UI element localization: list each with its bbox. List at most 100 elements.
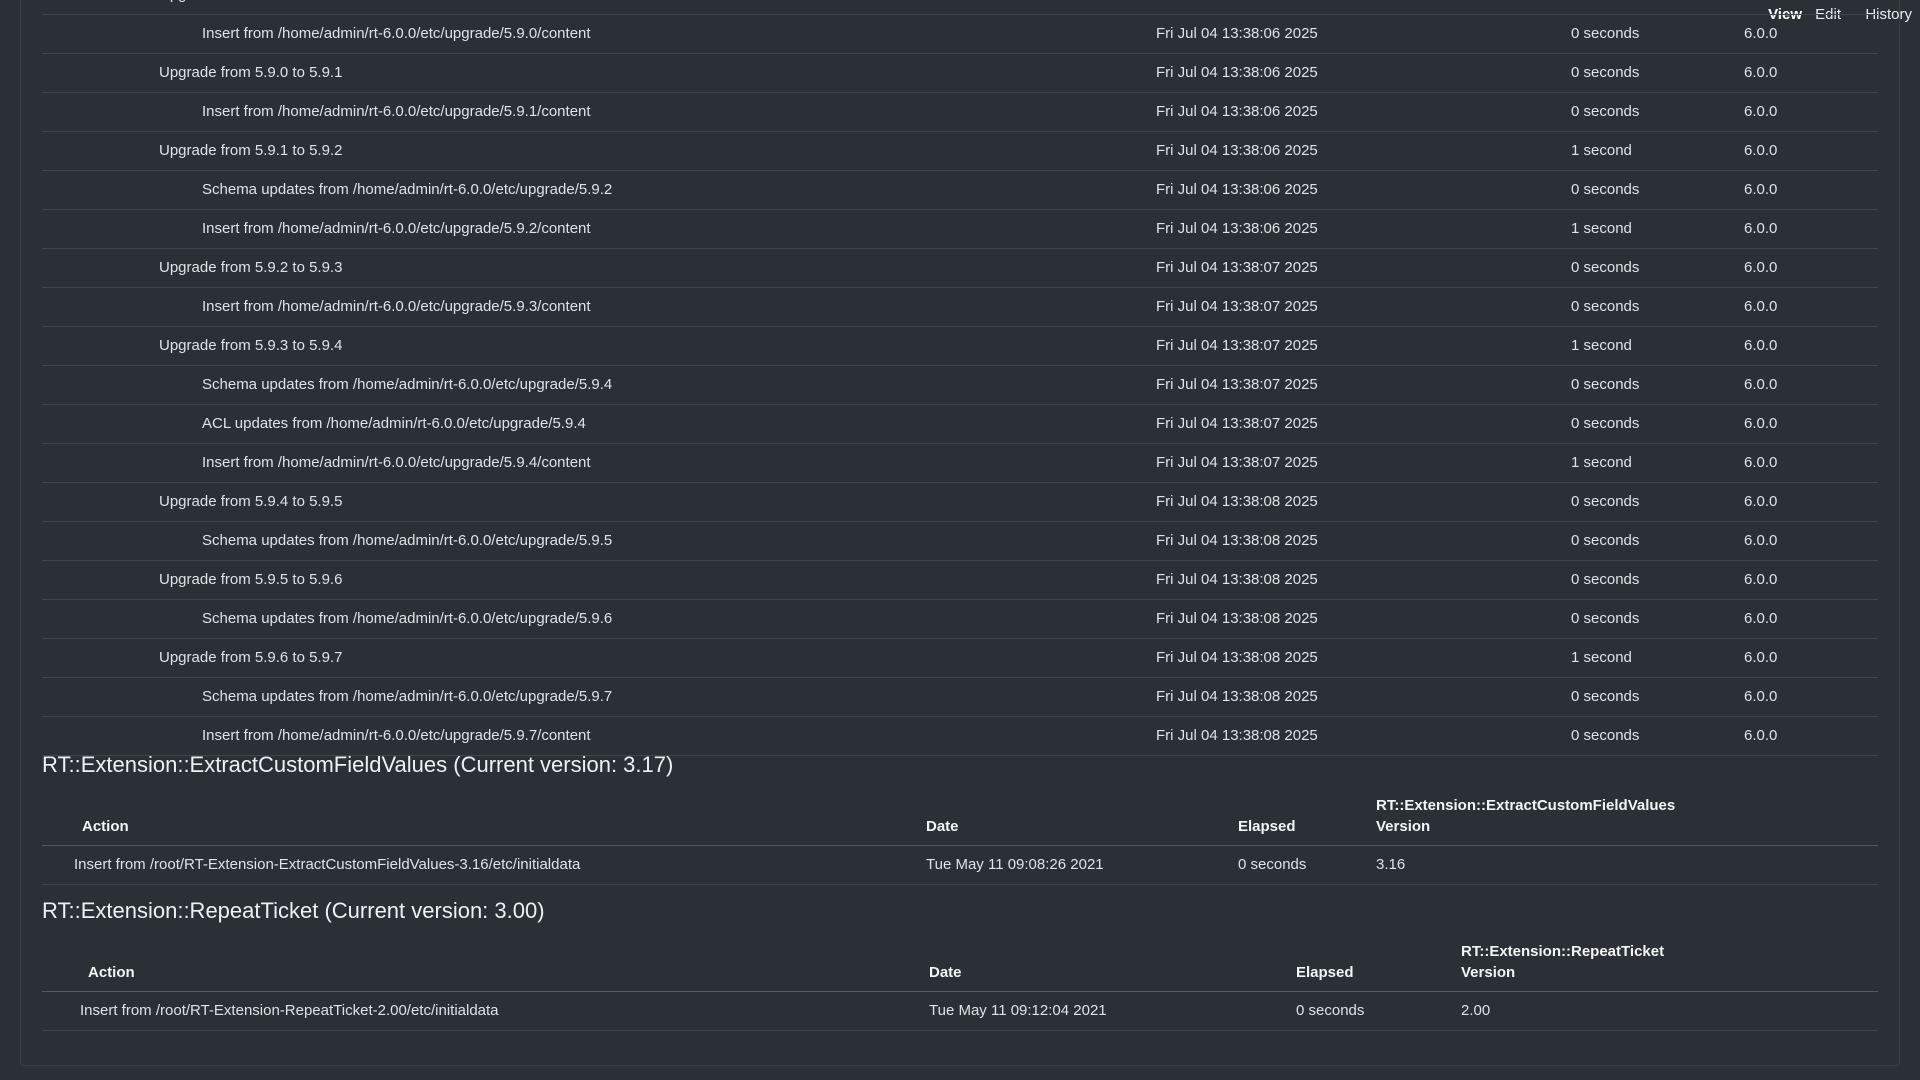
cell-elapsed: 0 seconds [1571, 571, 1640, 588]
cell-version: 6.0.0 [1744, 727, 1778, 744]
cell-action: Schema updates from /home/admin/rt-6.0.0… [202, 610, 613, 627]
cell-date: Fri Jul 04 13:38:06 2025 [1156, 25, 1318, 42]
cell-action: Insert from /home/admin/rt-6.0.0/etc/upg… [202, 220, 591, 237]
extension-title-repeatticket: RT::Extension::RepeatTicket (Current ver… [42, 898, 545, 923]
table-row: Insert from /home/admin/rt-6.0.0/etc/upg… [42, 717, 1878, 756]
cell-action: Insert from /root/RT-Extension-RepeatTic… [80, 1002, 499, 1019]
cell-elapsed: 0 seconds [1571, 688, 1640, 705]
table-row: Upgrade from 5.9.2 to 5.9.3 Fri Jul 04 13… [42, 249, 1878, 288]
cell-version: 6.0.0 [1744, 493, 1778, 510]
table-row: ACL updates from /home/admin/rt-6.0.0/et… [42, 405, 1878, 444]
cell-version: 6.0.0 [1744, 337, 1778, 354]
cell-date: Fri Jul 04 13:38:08 2025 [1156, 727, 1318, 744]
cell-elapsed: 0 seconds [1571, 181, 1640, 198]
cell-action: Upgrade from 5.9.5 to 5.9.6 [159, 571, 343, 588]
table-row: Schema updates from /home/admin/rt-6.0.0… [42, 678, 1878, 717]
cell-date: Fri Jul 04 13:38:08 2025 [1156, 571, 1318, 588]
cell-elapsed: 0 seconds [1571, 610, 1640, 627]
column-header-date: Date [929, 964, 962, 981]
cell-version: 6.0.0 [1744, 25, 1778, 42]
cell-date: Fri Jul 04 13:38:06 2025 [1156, 0, 1318, 14]
cell-version: 6.0.0 [1744, 0, 1777, 14]
cell-elapsed: 1 second [1571, 454, 1632, 471]
cell-date: Fri Jul 04 13:38:08 2025 [1156, 610, 1318, 627]
cell-date: Tue May 11 09:08:26 2021 [926, 856, 1104, 873]
cell-date: Fri Jul 04 13:38:06 2025 [1156, 181, 1318, 198]
extractcustomfieldvalues-history-table: Action Date Elapsed RT::Extension::Extra… [42, 793, 1878, 885]
cell-version: 6.0.0 [1744, 688, 1778, 705]
cell-elapsed: 0 seconds [1571, 376, 1640, 393]
cell-elapsed: 1 second [1571, 142, 1632, 159]
cell-elapsed: 1 second [1571, 649, 1632, 666]
column-header-elapsed: Elapsed [1238, 818, 1296, 835]
column-header-version: RT::Extension::RepeatTicket Version [1461, 943, 1665, 981]
cell-action: Insert from /home/admin/rt-6.0.0/etc/upg… [202, 727, 591, 744]
table-header: Action Date Elapsed RT::Extension::Extra… [42, 793, 1878, 846]
table-row: Upgrade from 5.9.5 to 5.9.6 Fri Jul 04 13… [42, 561, 1878, 600]
cell-action: Insert from /home/admin/rt-6.0.0/etc/upg… [202, 454, 591, 471]
cell-elapsed: 0 seconds [1571, 64, 1640, 81]
cell-elapsed: 0 seconds [1571, 532, 1640, 549]
table-row: Upgrade from 5.9.3 to 5.9.4 Fri Jul 04 13… [42, 327, 1878, 366]
table-row: Schema updates from /home/admin/rt-6.0.0… [42, 366, 1878, 405]
cell-action: Schema updates from /home/admin/rt-6.0.0… [202, 688, 613, 705]
table-row: Insert from /root/RT-Extension-ExtractCu… [42, 846, 1878, 885]
cell-date: Fri Jul 04 13:38:07 2025 [1156, 259, 1318, 276]
cell-action: Insert from /home/admin/rt-6.0.0/etc/upg… [202, 298, 591, 315]
cell-date: Fri Jul 04 13:38:06 2025 [1156, 142, 1318, 159]
column-header-action: Action [88, 964, 135, 981]
cell-date: Fri Jul 04 13:38:07 2025 [1156, 298, 1318, 315]
cell-elapsed: 0 seconds [1571, 259, 1640, 276]
cell-action: Insert from /root/RT-Extension-ExtractCu… [74, 856, 581, 873]
cell-elapsed: 1 second [1571, 220, 1632, 237]
cell-elapsed: 0 seconds [1571, 415, 1640, 432]
cell-action: Insert from /home/admin/rt-6.0.0/etc/upg… [202, 103, 591, 120]
table-row: Insert from /home/admin/rt-6.0.0/etc/upg… [42, 93, 1878, 132]
cell-version: 6.0.0 [1744, 259, 1778, 276]
cell-date: Fri Jul 04 13:38:07 2025 [1156, 337, 1318, 354]
cell-version: 6.0.0 [1744, 298, 1778, 315]
cell-elapsed: 0 seconds [1571, 25, 1640, 42]
cell-elapsed: 0 seconds [1296, 1002, 1365, 1019]
cell-action: Upgrade from 5.9.4 to 5.9.5 [159, 493, 343, 510]
cell-date: Fri Jul 04 13:38:07 2025 [1156, 376, 1318, 393]
cell-action: Schema updates from /home/admin/rt-6.0.0… [202, 181, 613, 198]
cell-version: 6.0.0 [1744, 571, 1778, 588]
table-row: Insert from /root/RT-Extension-RepeatTic… [42, 992, 1878, 1031]
cell-elapsed: 0 seconds [1571, 103, 1640, 120]
cell-action: Schema updates from /home/admin/rt-6.0.0… [202, 532, 613, 549]
column-header-date: Date [926, 818, 959, 835]
table-row: Upgrade from 5.8.9 to 5.9.0 Fri Jul 04 13… [42, 0, 1878, 15]
cell-date: Fri Jul 04 13:38:08 2025 [1156, 532, 1318, 549]
table-row: Schema updates from /home/admin/rt-6.0.0… [42, 600, 1878, 639]
table-row: Upgrade from 5.9.1 to 5.9.2 Fri Jul 04 13… [42, 132, 1878, 171]
table-row: Upgrade from 5.9.6 to 5.9.7 Fri Jul 04 13… [42, 639, 1878, 678]
cell-date: Fri Jul 04 13:38:07 2025 [1156, 415, 1318, 432]
cell-action: Upgrade from 5.9.3 to 5.9.4 [159, 337, 343, 354]
cell-action: Upgrade from 5.9.6 to 5.9.7 [159, 649, 343, 666]
table-row: Upgrade from 5.9.0 to 5.9.1 Fri Jul 04 13… [42, 54, 1878, 93]
cell-version: 6.0.0 [1744, 142, 1778, 159]
cell-action: ACL updates from /home/admin/rt-6.0.0/et… [202, 415, 586, 432]
cell-version: 2.00 [1461, 1002, 1491, 1019]
cell-date: Fri Jul 04 13:38:08 2025 [1156, 688, 1318, 705]
cell-date: Fri Jul 04 13:38:06 2025 [1156, 64, 1318, 81]
table-header: Action Date Elapsed RT::Extension::Repea… [42, 939, 1878, 992]
cell-version: 6.0.0 [1744, 64, 1778, 81]
cell-version: 6.0.0 [1744, 376, 1778, 393]
rt-upgrade-history-table: Upgrade from 5.8.9 to 5.9.0 Fri Jul 04 13… [42, 0, 1878, 756]
cell-date: Fri Jul 04 13:38:07 2025 [1156, 454, 1318, 471]
table-row: Insert from /home/admin/rt-6.0.0/etc/upg… [42, 15, 1878, 54]
table-row: Schema updates from /home/admin/rt-6.0.0… [42, 522, 1878, 561]
column-header-action: Action [82, 818, 129, 835]
cell-action: Schema updates from /home/admin/rt-6.0.0… [202, 376, 613, 393]
extension-title-extractcustomfieldvalues: RT::Extension::ExtractCustomFieldValues … [42, 752, 674, 777]
cell-elapsed: 0 seconds [1571, 298, 1640, 315]
cell-version: 6.0.0 [1744, 532, 1778, 549]
cell-elapsed: 0 seconds [1571, 727, 1640, 744]
cell-version: 6.0.0 [1744, 103, 1778, 120]
table-row: Upgrade from 5.9.4 to 5.9.5 Fri Jul 04 13… [42, 483, 1878, 522]
cell-elapsed: 0 seconds [1571, 493, 1640, 510]
cell-action: Insert from /home/admin/rt-6.0.0/etc/upg… [202, 25, 591, 42]
cell-elapsed: 1 second [1571, 337, 1632, 354]
